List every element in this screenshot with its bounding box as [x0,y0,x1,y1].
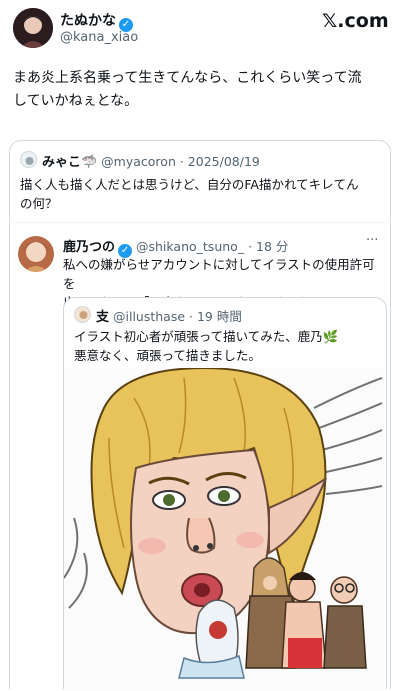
quote2-handle[interactable]: @shikano_tsuno_ [136,239,244,254]
quote1-text-line: の何？ [20,196,58,211]
quote1-display-name[interactable]: みゃこ🦈 [42,155,97,170]
quote3-handle[interactable]: @illusthase [113,309,185,324]
author-name-row: たぬかな ✓ [60,10,133,32]
author-display-name[interactable]: たぬかな [60,13,116,29]
quote1-header: みゃこ🦈 @myacoron · 2025/08/19 [42,151,260,170]
quote3-avatar[interactable] [74,306,91,323]
quote3-text-line: 悪意なく、頑張って描きました。 [74,348,261,363]
quote2-avatar-image [18,236,54,272]
quote1-text: 描く人も描く人だとは思うけど、自分のFA描かれてキレてん の何？ [20,175,385,213]
quote2-time[interactable]: · 18 分 [248,239,288,254]
avatar-image [13,8,53,48]
quote2-divider [9,222,391,223]
illustration-image[interactable] [64,368,384,691]
quote3-time[interactable]: · 19 時間 [189,309,242,324]
tweet-text-line: していかねぇとな。 [13,93,139,109]
quote1-handle[interactable]: @myacoron [101,154,176,169]
quote1-date[interactable]: · 2025/08/19 [180,154,260,169]
more-options-icon[interactable]: ··· [366,233,378,248]
author-avatar[interactable] [13,8,53,48]
quote1-avatar[interactable] [20,151,37,168]
quote1-text-line: 描く人も描く人だとは思うけど、自分のFA描かれてキレてん [20,177,359,192]
quote3-text: イラスト初心者が頑張って描いてみた、鹿乃🌿 悪意なく、頑張って描きました。 [74,327,379,365]
x-logo: 𝕏.com [322,10,389,32]
tweet-text-line: まあ炎上系名乗って生きてんなら、これくらい笑って流 [13,70,362,86]
quote2-avatar[interactable] [18,236,54,272]
quote3-text-line: イラスト初心者が頑張って描いてみた、鹿乃🌿 [74,329,339,344]
quote3-header: 支 @illusthase · 19 時間 [96,306,242,325]
quote2-display-name[interactable]: 鹿乃つの [63,240,115,255]
tweet-text: まあ炎上系名乗って生きてんなら、これくらい笑って流 していかねぇとな。 [13,67,393,113]
author-handle[interactable]: @kana_xiao [60,30,138,45]
quote2-text-line: 私への嫌がらせアカウントに対してイラストの使用許可を [63,257,375,291]
illustration-drawing [64,368,383,679]
quote3-display-name[interactable]: 支 [96,310,109,325]
